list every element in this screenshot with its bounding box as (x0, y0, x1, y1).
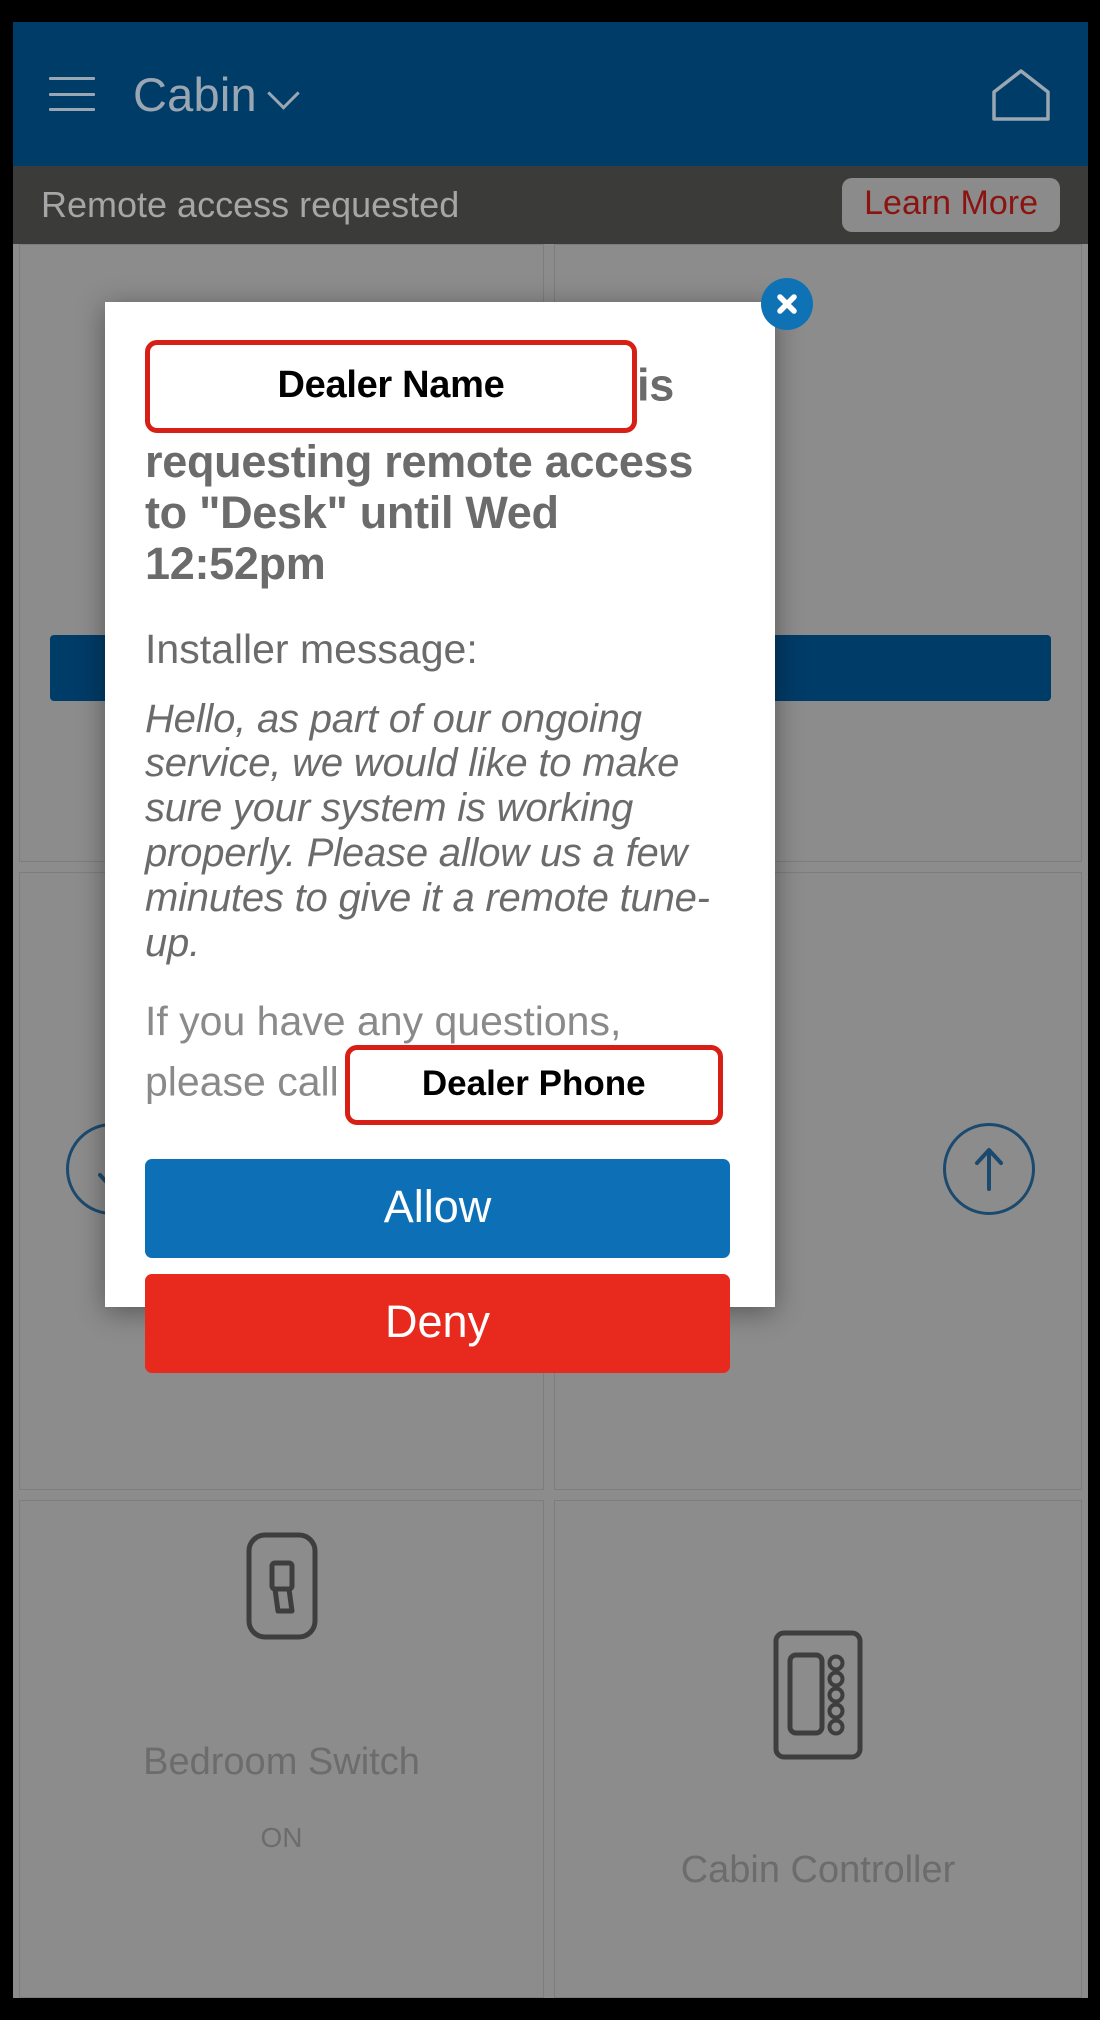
dealer-phone-field[interactable]: Dealer Phone (344, 1045, 723, 1125)
list-item-label: Cabin Controller (680, 1849, 956, 1891)
remote-access-request-dialog: Dealer Name is requesting remote access t… (105, 278, 813, 1373)
list-item-label: Bedroom Switch (143, 1741, 420, 1783)
allow-button[interactable]: Allow (145, 1158, 730, 1258)
contact-instruction: If you have any questions, please call De… (145, 998, 735, 1125)
chevron-down-icon (269, 79, 299, 109)
top-navigation-bar: Cabin (13, 22, 1088, 166)
remote-access-banner: Remote access requested Learn More (13, 166, 1088, 244)
arrow-up-icon[interactable] (943, 1123, 1035, 1215)
banner-message: Remote access requested (41, 184, 460, 225)
hamburger-menu-icon[interactable] (49, 77, 95, 111)
page-title: Dealer Name is requesting remote access t… (145, 340, 735, 589)
learn-more-button[interactable]: Learn More (842, 177, 1060, 233)
list-item-state: ON (260, 1821, 303, 1853)
close-icon[interactable] (761, 278, 813, 330)
location-selector[interactable]: Cabin (133, 71, 299, 118)
list-item[interactable]: Cabin Controller (554, 1500, 1082, 1998)
device-frame: Cabin Remote access requested Learn More (0, 0, 1100, 2020)
location-name-label: Cabin (133, 67, 257, 121)
controller-keypad-icon (772, 1629, 864, 1766)
deny-button[interactable]: Deny (145, 1273, 730, 1373)
list-item[interactable]: Bedroom Switch ON (19, 1500, 544, 1998)
app-viewport: Cabin Remote access requested Learn More (13, 22, 1088, 1998)
dealer-name-field[interactable]: Dealer Name (145, 340, 637, 433)
installer-message-body: Hello, as part of our ongoing service, w… (145, 696, 710, 965)
home-icon[interactable] (990, 66, 1052, 122)
installer-message-label: Installer message: (145, 626, 478, 673)
light-switch-icon (245, 1531, 319, 1646)
